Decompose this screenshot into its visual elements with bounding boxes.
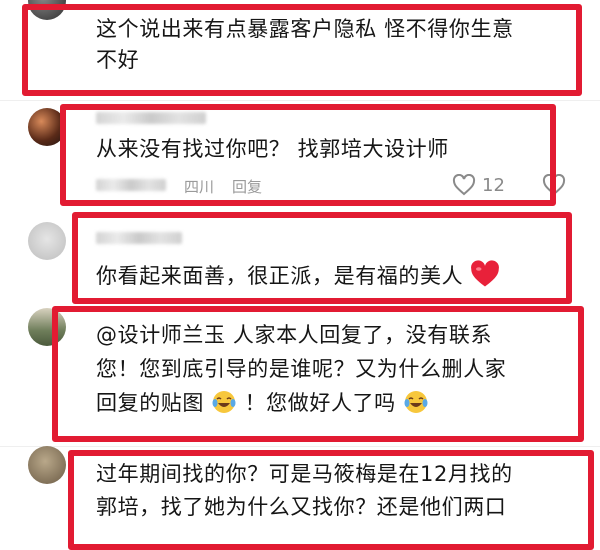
comment-line: @设计师兰玉 人家本人回复了，没有联系 (96, 323, 493, 347)
comment-text: 你看起来面善，很正派，是有福的美人 (96, 260, 500, 292)
avatar[interactable] (28, 222, 66, 260)
comment-line: 过年期间找的你？可是马筱梅是在12月找的 (96, 462, 513, 486)
comment-line: 回复的贴图 (96, 391, 204, 415)
username[interactable] (96, 232, 182, 244)
reply-button[interactable]: 回复 (232, 176, 262, 197)
comment-line: ！您做好人了吗 (244, 391, 404, 415)
tears-of-joy-icon (212, 391, 236, 413)
avatar[interactable] (28, 446, 66, 484)
comment-line: 这个说出来有点暴露客户隐私 怪不得你生意 (96, 17, 514, 41)
comment-line: 郭培，找了她为什么又找你？还是他们两口 (96, 495, 507, 519)
comment-text: @设计师兰玉 人家本人回复了，没有联系 您！您到底引导的是谁呢？又为什么删人家 … (96, 318, 506, 420)
comment-meta: 四川 回复 (96, 176, 262, 197)
comment-text: 从来没有找过你吧？ 找郭培大设计师 (96, 134, 449, 165)
avatar[interactable] (28, 108, 66, 146)
comment-text: 这个说出来有点暴露客户隐私 怪不得你生意 不好 (96, 14, 514, 76)
avatar[interactable] (28, 308, 66, 346)
timestamp (96, 179, 166, 191)
comment-line: 您！您到底引导的是谁呢？又为什么删人家 (96, 357, 507, 381)
comment-line: 你看起来面善，很正派，是有福的美人 (96, 264, 464, 288)
comment-line: 从来没有找过你吧？ 找郭培大设计师 (96, 137, 449, 161)
like-count: 12 (482, 174, 505, 196)
username[interactable] (96, 112, 206, 124)
comment-text: 过年期间找的你？可是马筱梅是在12月找的 郭培，找了她为什么又找你？还是他们两口 (96, 458, 513, 524)
heart-outline-icon (542, 174, 566, 196)
avatar[interactable] (28, 0, 66, 20)
like-button[interactable]: 12 (452, 174, 505, 196)
like-button[interactable] (542, 174, 566, 196)
comment-line: 不好 (96, 48, 140, 72)
divider (0, 100, 600, 101)
tears-of-joy-icon (404, 391, 428, 413)
divider (0, 446, 600, 447)
red-heart-icon (471, 260, 500, 287)
heart-outline-icon (452, 174, 476, 196)
location: 四川 (184, 178, 215, 196)
